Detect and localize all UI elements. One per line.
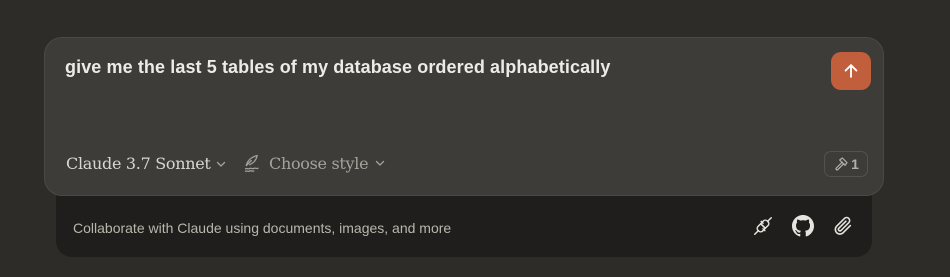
chevron-down-icon — [215, 158, 227, 170]
arrow-up-icon — [841, 61, 861, 81]
prompt-input[interactable]: give me the last 5 tables of my database… — [65, 55, 805, 79]
github-icon[interactable] — [792, 215, 814, 237]
message-composer: give me the last 5 tables of my database… — [44, 37, 884, 196]
model-selector[interactable]: Claude 3.7 Sonnet — [66, 154, 227, 173]
tools-count: 1 — [851, 156, 859, 172]
chat-composer-area: Collaborate with Claude using documents,… — [0, 0, 950, 277]
style-label: Choose style — [269, 153, 369, 173]
handwriting-feather-icon — [243, 153, 263, 173]
chevron-down-icon — [374, 157, 386, 169]
plug-icon[interactable] — [752, 215, 774, 237]
send-button[interactable] — [831, 52, 871, 90]
hammer-icon — [833, 156, 849, 172]
paperclip-icon[interactable] — [832, 215, 854, 237]
tray-hint-text: Collaborate with Claude using documents,… — [73, 220, 452, 236]
style-selector[interactable]: Choose style — [243, 153, 386, 173]
tools-button[interactable]: 1 — [824, 151, 868, 177]
tray-icon-group — [752, 215, 854, 237]
model-label: Claude 3.7 Sonnet — [66, 154, 211, 173]
